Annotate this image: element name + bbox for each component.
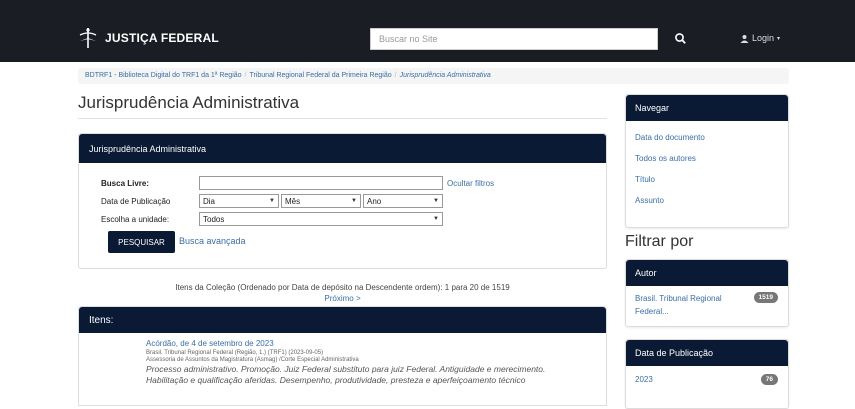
unit-label: Escolha a unidade:	[101, 214, 170, 224]
breadcrumb-current: Jurisprudência Administrativa	[399, 72, 491, 79]
author-facet-count: 1519	[753, 292, 778, 303]
items-panel: Itens: Acórdão, de 4 de setembro de 2023…	[78, 306, 607, 406]
search-panel: Jurisprudência Administrativa Busca Livr…	[78, 133, 607, 269]
top-navbar: JUSTIÇA FEDERAL Buscar no Site Login ▾	[0, 0, 855, 62]
year-select[interactable]: Ano ▼	[363, 194, 443, 208]
next-page-link[interactable]: Próximo >	[78, 294, 607, 303]
title-divider	[78, 118, 607, 119]
search-icon[interactable]	[672, 30, 690, 48]
year-select-value: Ano	[367, 196, 382, 206]
unit-select-value: Todos	[203, 214, 225, 224]
breadcrumb-separator: /	[244, 72, 247, 79]
browse-by-title[interactable]: Título	[626, 169, 788, 190]
filter-title: Filtrar por	[625, 233, 694, 250]
collection-info: Itens da Coleção (Ordenado por Data de d…	[175, 283, 510, 292]
search-panel-title: Jurisprudência Administrativa	[79, 134, 606, 163]
item-abstract-line-2: Habilitação e qualificação aferidas. Des…	[146, 375, 526, 385]
busca-livre-label: Busca Livre:	[101, 178, 150, 188]
author-facet-label: Brasil. Tribunal Regional Federal...	[635, 294, 722, 316]
date-facet-label: 2023	[635, 375, 653, 384]
date-facet-title: Data de Publicação	[626, 340, 788, 366]
breadcrumb-community[interactable]: Tribunal Regional Federal da Primeira Re…	[249, 72, 391, 79]
browse-panel: Navegar Data do documento Todos os autor…	[625, 94, 789, 228]
site-search-input[interactable]: Buscar no Site	[370, 28, 658, 50]
chevron-down-icon: ▼	[433, 198, 439, 204]
login-button[interactable]: Login ▾	[740, 33, 780, 43]
date-facet-count: 76	[760, 374, 778, 385]
item-department: Assessoria de Assuntos da Magistratura (…	[146, 357, 359, 363]
list-item: Acórdão, de 4 de setembro de 2023 Brasil…	[146, 339, 596, 386]
chevron-down-icon: ▾	[777, 35, 781, 42]
month-select[interactable]: Mês ▼	[281, 194, 361, 208]
date-label: Data de Publicação	[101, 196, 171, 206]
item-title-link[interactable]: Acórdão, de 4 de setembro de 2023	[146, 339, 596, 348]
user-icon	[740, 34, 749, 43]
day-select[interactable]: Dia ▼	[199, 194, 279, 208]
item-abstract-line-1: Processo administrativo. Promoção. Juiz …	[146, 364, 546, 374]
items-title: Itens:	[79, 307, 606, 333]
browse-panel-title: Navegar	[626, 95, 788, 121]
author-facet-item[interactable]: Brasil. Tribunal Regional Federal... 151…	[626, 286, 788, 324]
chevron-down-icon: ▼	[351, 198, 357, 204]
chevron-down-icon: ▼	[269, 198, 275, 204]
brand-name: JUSTIÇA FEDERAL	[105, 31, 219, 45]
month-select-value: Mês	[285, 196, 301, 206]
author-facet-panel: Autor Brasil. Tribunal Regional Federal.…	[625, 259, 789, 327]
breadcrumb: BDTRF1 - Biblioteca Digital do TRF1 da 1…	[78, 68, 789, 84]
day-select-value: Dia	[203, 196, 216, 206]
brand-logo[interactable]: JUSTIÇA FEDERAL	[77, 27, 219, 49]
date-facet-item[interactable]: 2023 76	[626, 366, 788, 390]
date-row: Data de Publicação Dia ▼ Mês ▼ Ano ▼	[101, 194, 445, 208]
breadcrumb-home[interactable]: BDTRF1 - Biblioteca Digital do TRF1 da 1…	[85, 72, 242, 79]
browse-by-date[interactable]: Data do documento	[626, 127, 788, 148]
browse-by-subject[interactable]: Assunto	[626, 190, 788, 211]
unit-select[interactable]: Todos ▼	[199, 212, 443, 226]
busca-livre-input[interactable]	[199, 176, 443, 190]
hide-filters-link[interactable]: Ocultar filtros	[447, 179, 494, 188]
browse-by-author[interactable]: Todos os autores	[626, 148, 788, 169]
item-author-date: Brasil. Tribunal Regional Federal (Regiã…	[146, 350, 324, 356]
breadcrumb-separator: /	[394, 72, 397, 79]
unit-row: Escolha a unidade: Todos ▼	[101, 212, 445, 226]
advanced-search-link[interactable]: Busca avançada	[179, 236, 246, 246]
login-label: Login	[752, 33, 775, 43]
scales-logo-icon	[77, 27, 99, 49]
author-facet-title: Autor	[626, 260, 788, 286]
chevron-down-icon: ▼	[433, 216, 439, 222]
date-facet-panel: Data de Publicação 2023 76	[625, 339, 789, 409]
search-button[interactable]: PESQUISAR	[108, 231, 175, 253]
busca-livre-row: Busca Livre: Ocultar filtros	[101, 176, 494, 190]
page-title: Jurisprudência Administrativa	[78, 93, 300, 112]
